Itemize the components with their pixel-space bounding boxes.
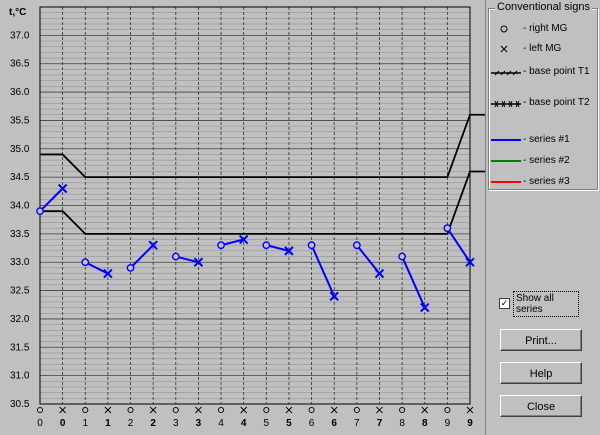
legend-panel: Conventional signs - right MG - left MG …: [488, 1, 598, 190]
x-tick-label: 1: [82, 418, 88, 429]
x-tick-circle-marker: [82, 406, 89, 414]
x-tick-label: 1: [105, 418, 111, 429]
x-tick-label: 9: [467, 418, 473, 429]
x-tick-circle-marker: [127, 406, 134, 414]
x-tick-label: 5: [264, 418, 270, 429]
help-button[interactable]: Help: [500, 362, 582, 384]
base-point-t2-line-icon: [491, 100, 521, 108]
x-tick-cross-marker: [240, 406, 248, 414]
y-tick-label: 37.0: [10, 30, 30, 41]
x-tick-label: 6: [309, 418, 315, 429]
x-tick-label: 8: [422, 418, 428, 429]
checkbox-box[interactable]: ✓: [499, 298, 510, 309]
data-point-right-mg: [217, 241, 225, 250]
x-tick-circle-marker: [353, 406, 360, 414]
y-tick-label: 34.5: [10, 172, 30, 183]
data-point-right-mg: [81, 258, 90, 267]
y-tick-label: 34.0: [10, 201, 30, 212]
x-tick-cross-marker: [330, 406, 338, 414]
x-tick-label: 0: [60, 418, 66, 429]
cross-marker-icon: [500, 45, 508, 53]
x-tick-cross-marker: [421, 406, 429, 414]
legend-label: - series #2: [523, 155, 570, 166]
chart-panel: 37.0 36.5 36.0 35.5 35.0 34.5 34.0 33.5 33.0 32.5…: [0, 0, 486, 435]
data-point-right-mg: [171, 252, 180, 261]
y-tick-label: 32.5: [10, 286, 30, 297]
x-tick-label: 3: [196, 418, 202, 429]
circle-marker-icon: [500, 25, 508, 33]
x-tick-label: 2: [128, 418, 134, 429]
close-button[interactable]: Close: [500, 395, 582, 417]
x-tick-cross-marker: [376, 406, 383, 414]
y-tick-label: 36.5: [10, 59, 30, 70]
y-tick-label: 33.5: [10, 229, 30, 240]
x-tick-label: 8: [399, 418, 405, 429]
series-1-line-icon: [491, 139, 521, 141]
show-all-series-checkbox[interactable]: ✓ Show all series: [499, 291, 579, 317]
legend-item-right-mg: - right MG: [489, 23, 597, 37]
x-tick-circle-marker: [444, 406, 451, 414]
legend-title: Conventional signs: [495, 1, 592, 13]
x-tick-circle-marker: [36, 406, 44, 414]
x-tick-cross-marker: [285, 406, 293, 414]
base-point-t1-line-icon: [491, 70, 521, 76]
legend-label: - base point T1: [523, 66, 590, 77]
legend-item-base-point-t2: - base point T2: [489, 97, 597, 123]
y-tick-label: 32.0: [10, 314, 30, 325]
legend-item-base-point-t1: - base point T1: [489, 66, 597, 92]
data-point-right-mg: [36, 207, 44, 216]
x-tick-label: 7: [377, 418, 383, 429]
x-tick-cross-marker: [466, 406, 474, 414]
legend-label: - left MG: [523, 43, 562, 54]
x-tick-cross-marker: [104, 406, 112, 414]
legend-item-series-1: - series #1: [489, 134, 597, 148]
data-point-right-mg: [443, 224, 452, 233]
data-point-right-mg: [352, 241, 361, 250]
legend-label: - right MG: [523, 23, 568, 34]
x-tick-circle-marker: [172, 406, 179, 414]
data-point-right-mg: [307, 241, 316, 250]
x-tick-label: 9: [445, 418, 451, 429]
y-tick-label: 33.0: [10, 257, 30, 268]
x-tick-cross-marker: [59, 406, 66, 414]
x-tick-label: 6: [331, 418, 337, 429]
series-3-line-icon: [491, 181, 521, 183]
y-tick-label: 30.5: [10, 399, 30, 410]
data-point-right-mg: [262, 241, 271, 250]
show-all-series-label[interactable]: Show all series: [513, 291, 579, 317]
x-tick-label: 4: [218, 418, 224, 429]
x-tick-label: 7: [354, 418, 360, 429]
y-axis-label: t,°C: [9, 7, 26, 18]
x-tick-circle-marker: [263, 406, 270, 414]
y-tick-label: 35.0: [10, 144, 30, 155]
legend-item-series-2: - series #2: [489, 155, 597, 169]
data-point-right-mg: [398, 252, 407, 261]
y-tick-label: 31.0: [10, 371, 30, 382]
y-tick-label: 31.5: [10, 342, 30, 353]
print-button[interactable]: Print...: [500, 329, 582, 351]
thermogram-window: 37.0 36.5 36.0 35.5 35.0 34.5 34.0 33.5 33.0 32.5…: [0, 0, 600, 435]
legend-label: - base point T2: [523, 97, 590, 108]
legend-label: - series #3: [523, 176, 570, 187]
x-tick-circle-marker: [399, 406, 406, 414]
x-tick-label: 4: [241, 418, 247, 429]
legend-label: - series #1: [523, 134, 570, 145]
data-point-right-mg: [126, 263, 135, 272]
x-tick-label: 3: [173, 418, 179, 429]
x-tick-circle-marker: [308, 406, 315, 414]
x-tick-label: 0: [37, 418, 43, 429]
x-tick-label: 5: [286, 418, 292, 429]
x-tick-cross-marker: [195, 406, 202, 414]
legend-item-series-3: - series #3: [489, 176, 597, 190]
x-tick-label: 2: [150, 418, 156, 429]
temperature-chart: 37.0 36.5 36.0 35.5 35.0 34.5 34.0 33.5 33.0 32.5…: [9, 6, 485, 429]
x-tick-cross-marker: [149, 406, 157, 414]
y-tick-label: 35.5: [10, 115, 30, 126]
legend-item-left-mg: - left MG: [489, 43, 597, 57]
y-tick-label: 36.0: [10, 87, 30, 98]
series-2-line-icon: [491, 160, 521, 162]
x-tick-circle-marker: [218, 406, 225, 414]
